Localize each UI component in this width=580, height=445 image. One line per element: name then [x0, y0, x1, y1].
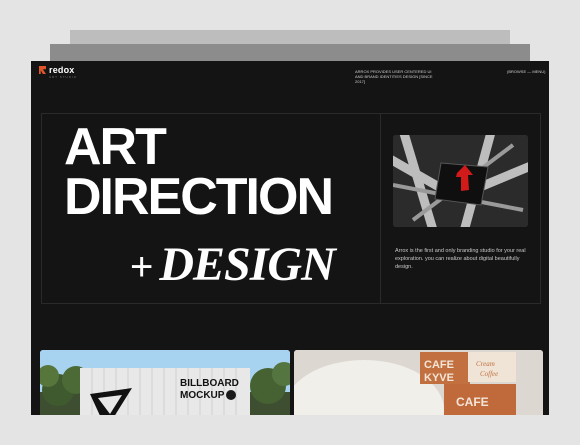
hero-line-direction: DIRECTION — [64, 168, 334, 226]
grid-line-divider — [380, 113, 381, 303]
grid-line-right — [540, 113, 541, 303]
logo[interactable]: redox — [39, 65, 75, 75]
billboard-line2: MOCKUP — [180, 390, 225, 401]
billboard-image: BILLBOARD MOCKUP — [40, 350, 290, 415]
cafe-image: CAFE KYVE Cream Coffee CAFE — [294, 350, 543, 415]
cafe-mid-text: KYVE — [424, 372, 454, 384]
billboard-badge-icon — [226, 390, 236, 400]
logo-mark-icon — [39, 66, 46, 74]
hero-line-art: ART — [64, 118, 167, 176]
grid-line-bottom — [41, 303, 541, 304]
cafe-top-text: CAFE — [424, 359, 454, 371]
hero-design-word: DESIGN — [159, 238, 335, 291]
hero-line-design: + DESIGN — [130, 238, 336, 291]
grid-line-top — [41, 113, 541, 114]
logo-text: redox — [49, 65, 75, 75]
cafe-script-2: Coffee — [480, 370, 498, 378]
studio-description: Arrox is the first and only branding stu… — [395, 248, 526, 270]
top-bar: redox ART STUDIO ARROX PROVIDES USER CEN… — [31, 61, 549, 84]
hero-plus: + — [130, 245, 154, 289]
billboard-line1: BILLBOARD — [180, 378, 239, 389]
website-frame: redox ART STUDIO ARROX PROVIDES USER CEN… — [31, 61, 549, 415]
cafe-bottom-text: CAFE — [456, 395, 489, 409]
billboard-card[interactable]: BILLBOARD MOCKUP — [40, 350, 290, 415]
cafe-script-1: Cream — [476, 360, 495, 368]
grid-line-left — [41, 113, 42, 303]
logo-subtitle: ART STUDIO — [49, 75, 78, 79]
menu-button[interactable]: (BROWSE — MENU) — [507, 69, 545, 74]
cafe-card[interactable]: CAFE KYVE Cream Coffee CAFE — [294, 350, 543, 415]
header-tagline: ARROX PROVIDES USER CENTERED UI AND BRAN… — [355, 69, 433, 84]
arrow-sculpture-icon — [393, 135, 528, 227]
featured-thumbnail[interactable] — [393, 135, 528, 227]
